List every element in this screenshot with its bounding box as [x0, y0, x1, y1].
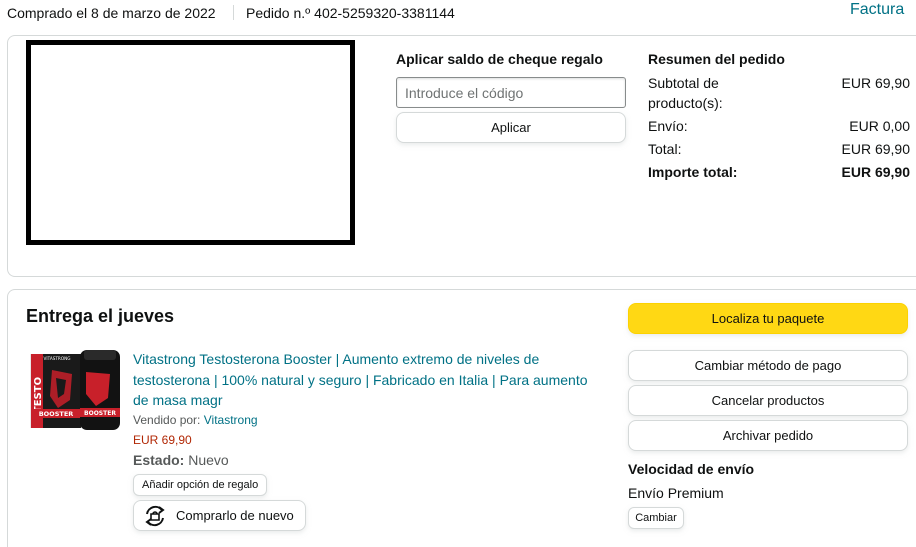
cancel-products-button[interactable]: Cancelar productos: [628, 385, 908, 416]
summary-value: EUR 69,90: [841, 75, 910, 91]
change-payment-button[interactable]: Cambiar método de pago: [628, 350, 908, 381]
svg-text:BOOSTER: BOOSTER: [84, 410, 116, 417]
state-label: Estado:: [133, 452, 185, 468]
purchase-date: Comprado el 8 de marzo de 2022: [7, 5, 216, 21]
summary-label: Envío:: [648, 118, 688, 134]
header-divider: [233, 5, 234, 20]
archive-order-button[interactable]: Archivar pedido: [628, 420, 908, 451]
gift-card-title: Aplicar saldo de cheque regalo: [396, 51, 603, 67]
buy-again-button[interactable]: Comprarlo de nuevo: [133, 500, 306, 531]
buy-again-icon: [145, 505, 165, 526]
track-package-button[interactable]: Localiza tu paquete: [628, 303, 908, 334]
change-shipping-button[interactable]: Cambiar: [628, 507, 684, 529]
summary-label: Importe total:: [648, 164, 738, 180]
summary-value: EUR 69,90: [841, 164, 910, 180]
add-gift-option-button[interactable]: Añadir opción de regalo: [133, 474, 268, 496]
summary-row-shipping: Envío: EUR 0,00: [648, 116, 910, 136]
seller-link[interactable]: Vitastrong: [204, 413, 258, 427]
summary-value: EUR 0,00: [849, 118, 910, 134]
summary-label: Subtotal de producto(s):: [648, 75, 723, 111]
product-image[interactable]: VITASTRONG TESTO BOOSTER BOOSTER: [30, 350, 121, 430]
shipping-speed-value: Envío Premium: [628, 485, 724, 501]
summary-row-subtotal: Subtotal de producto(s): EUR 69,90: [648, 73, 910, 113]
order-header: Comprado el 8 de marzo de 2022 Pedido n.…: [0, 0, 916, 26]
gift-code-input[interactable]: [396, 77, 626, 108]
summary-value: EUR 69,90: [841, 141, 910, 157]
summary-row-total: Total: EUR 69,90: [648, 139, 910, 159]
summary-row-grand-total: Importe total: EUR 69,90: [648, 162, 910, 182]
product-price: EUR 69,90: [133, 433, 192, 447]
sold-by-label: Vendido por:: [133, 413, 201, 427]
product-title-link[interactable]: Vitastrong Testosterona Booster | Aument…: [133, 349, 603, 411]
redacted-image: [26, 40, 355, 245]
order-summary: Resumen del pedido Subtotal de producto(…: [648, 51, 910, 185]
summary-label: Total:: [648, 141, 682, 157]
product-state: Estado: Nuevo: [133, 452, 229, 468]
invoice-link[interactable]: Factura: [850, 1, 904, 19]
buy-again-label: Comprarlo de nuevo: [176, 508, 294, 523]
product-image-vertical: TESTO: [33, 377, 44, 413]
delivery-title: Entrega el jueves: [26, 306, 175, 326]
order-number: Pedido n.º 402-5259320-3381144: [246, 5, 455, 21]
summary-title: Resumen del pedido: [648, 51, 785, 67]
shipping-speed-title: Velocidad de envío: [628, 461, 755, 477]
state-value: Nuevo: [188, 452, 229, 468]
sold-by: Vendido por: Vitastrong: [133, 413, 258, 427]
apply-gift-button[interactable]: Aplicar: [396, 112, 626, 143]
product-image-brand: VITASTRONG: [44, 356, 71, 361]
product-image-band: BOOSTER: [39, 410, 74, 418]
